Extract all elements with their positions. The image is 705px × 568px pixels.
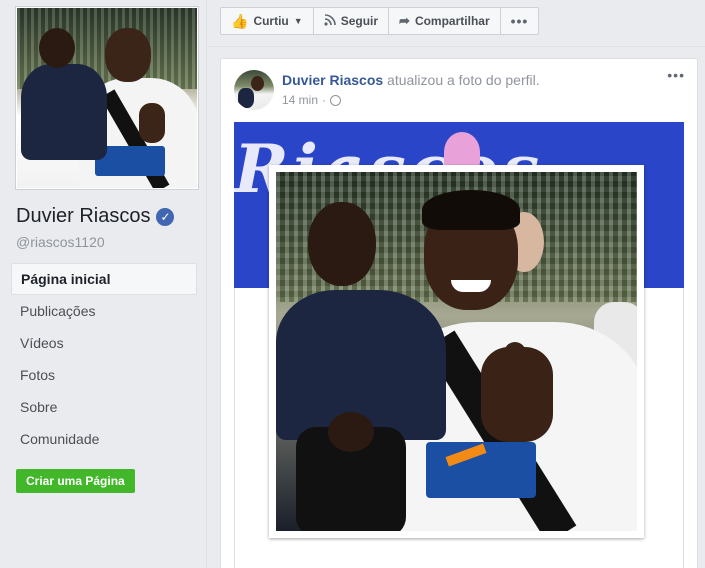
post-options-icon[interactable]: ••• xyxy=(667,67,685,83)
photo-child-face xyxy=(308,202,376,286)
share-label: Compartilhar xyxy=(414,14,490,28)
page-nav: Página inicial Publicações Vídeos Fotos … xyxy=(11,263,197,455)
globe-icon[interactable] xyxy=(330,94,342,106)
post-timestamp[interactable]: 14 min xyxy=(282,93,318,107)
nav-item-posts[interactable]: Publicações xyxy=(11,295,197,327)
photo-child-hand xyxy=(328,412,374,452)
profile-photo[interactable] xyxy=(276,172,637,531)
avatar-face xyxy=(251,76,264,91)
more-button[interactable]: ••• xyxy=(501,8,539,34)
photo-player-smile xyxy=(451,280,491,292)
profile-picture-face xyxy=(105,28,151,82)
nav-item-community[interactable]: Comunidade xyxy=(11,423,197,455)
post-header: Duvier Riascos atualizou a foto do perfi… xyxy=(282,72,540,88)
nav-item-videos[interactable]: Vídeos xyxy=(11,327,197,359)
follow-label: Seguir xyxy=(340,14,379,28)
caret-down-icon: ▼ xyxy=(293,16,303,26)
nav-item-home[interactable]: Página inicial xyxy=(11,263,197,295)
create-page-button[interactable]: Criar uma Página xyxy=(16,469,135,493)
rss-icon xyxy=(324,13,336,29)
profile-picture-child-face xyxy=(39,28,75,68)
post-author-link[interactable]: Duvier Riascos xyxy=(282,72,383,88)
follow-button[interactable]: Seguir xyxy=(314,8,390,34)
post-author-avatar[interactable] xyxy=(234,70,274,110)
profile-picture[interactable] xyxy=(16,7,198,189)
post-action-text: atualizou a foto do perfil. xyxy=(383,72,540,88)
nav-item-about[interactable]: Sobre xyxy=(11,391,197,423)
avatar-child xyxy=(238,88,254,108)
photo-thumb xyxy=(504,342,526,388)
profile-picture-thumb xyxy=(139,103,165,143)
page-name-text[interactable]: Duvier Riascos xyxy=(16,205,150,228)
profile-picture-child xyxy=(21,64,107,160)
left-sidebar: Duvier Riascos ✓ @riascos1120 Página ini… xyxy=(0,0,207,568)
meta-separator: · xyxy=(322,93,327,107)
liked-label: Curtiu xyxy=(253,14,289,28)
thumbs-up-icon: 👍 xyxy=(231,12,249,29)
page-handle: @riascos1120 xyxy=(16,234,105,250)
liked-button[interactable]: 👍 Curtiu ▼ xyxy=(221,8,314,34)
page-title[interactable]: Duvier Riascos ✓ xyxy=(16,205,175,228)
share-arrow-icon: ➦ xyxy=(399,13,410,28)
share-button[interactable]: ➦ Compartilhar xyxy=(389,8,501,34)
photo-player-hair xyxy=(422,190,520,230)
page-action-bar: 👍 Curtiu ▼ Seguir ➦ Compartilhar ••• xyxy=(220,7,540,35)
more-dots-icon: ••• xyxy=(510,13,529,29)
post-meta: 14 min · xyxy=(282,93,342,107)
verified-badge-icon: ✓ xyxy=(156,207,175,226)
profile-photo-frame[interactable] xyxy=(269,165,644,538)
nav-item-photos[interactable]: Fotos xyxy=(11,359,197,391)
divider xyxy=(208,46,705,47)
